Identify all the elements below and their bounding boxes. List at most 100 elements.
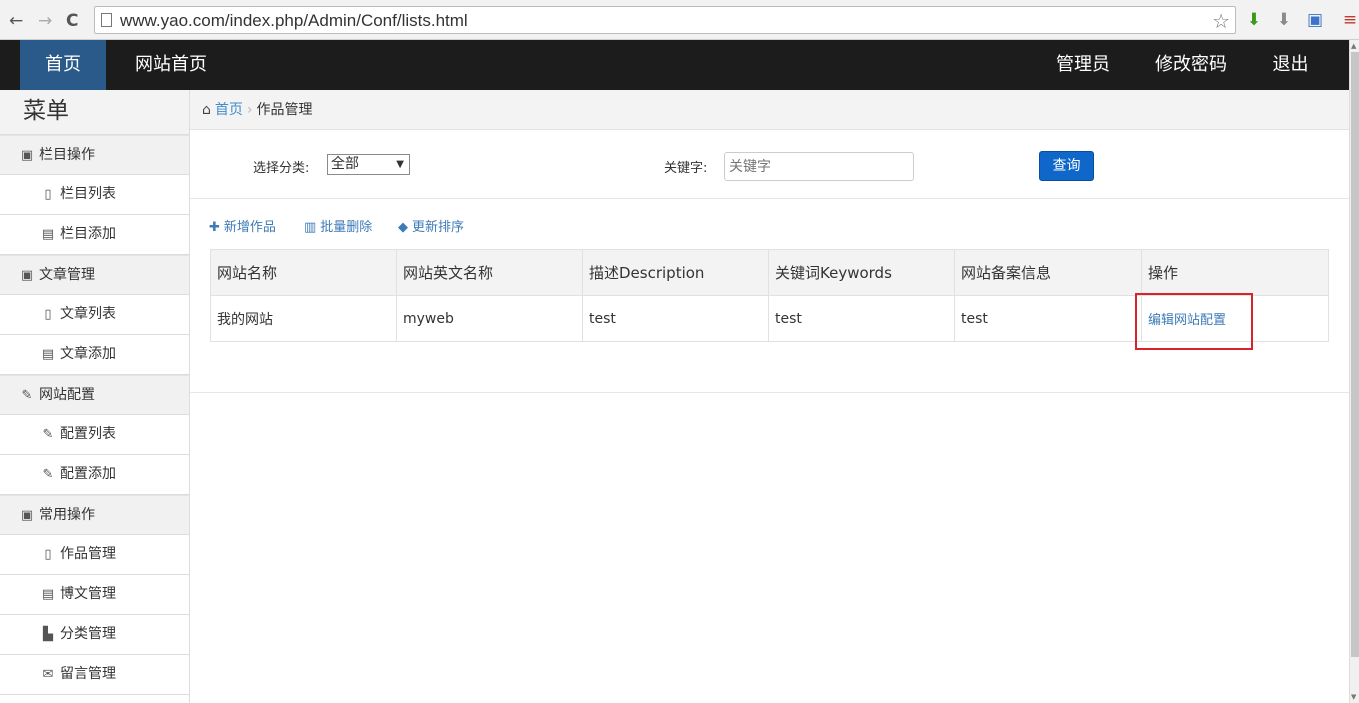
keyword-label: 关键字:	[664, 161, 708, 176]
nav-logout[interactable]: 退出	[1258, 40, 1323, 90]
back-arrow-icon[interactable]: ←	[9, 11, 23, 31]
book-icon: ▣	[20, 148, 34, 163]
cell-site-name: 我的网站	[210, 295, 397, 342]
sidebar-group-articles[interactable]: ▣ 文章管理	[0, 255, 189, 295]
road-icon: ▙	[43, 627, 53, 642]
sidebar-item-label: 配置列表	[60, 426, 116, 442]
sidebar-group-site-config[interactable]: ✎ 网站配置	[0, 375, 189, 415]
scroll-down-icon[interactable]: ▼	[1351, 693, 1356, 701]
update-sort-label: 更新排序	[412, 220, 465, 235]
cell-keywords: test	[768, 295, 955, 342]
table-header-row: 网站名称 网站英文名称 描述Description 关键词Keywords 网站…	[210, 249, 1329, 296]
forward-arrow-icon[interactable]: →	[38, 11, 52, 31]
trash-icon: ▥	[304, 220, 317, 235]
nav-site-home[interactable]: 网站首页	[121, 40, 221, 90]
breadcrumb-current: 作品管理	[256, 102, 313, 118]
category-select[interactable]: 全部 ▼	[327, 154, 410, 175]
sidebar-title: 菜单	[0, 90, 189, 135]
list-icon: ▤	[41, 347, 55, 362]
top-navbar: 首页 网站首页 管理员 修改密码 退出	[0, 40, 1349, 90]
sidebar: 菜单 ▣ 栏目操作 ▯ 栏目列表 ▤ 栏目添加 ▣ 文章管理 ▯ 文章列表 ▤ 文章添加 ✎…	[0, 90, 190, 703]
nav-home[interactable]: 首页	[20, 40, 106, 90]
bookmark-star-icon[interactable]: ☆	[1212, 9, 1230, 33]
url-text[interactable]: www.yao.com/index.php/Admin/Conf/lists.h…	[120, 11, 468, 31]
file-icon: ▯	[44, 547, 52, 562]
breadcrumb-separator-icon: ›	[246, 102, 253, 118]
sidebar-item-works[interactable]: ▯ 作品管理	[0, 535, 189, 575]
home-icon: ⌂	[202, 102, 211, 118]
cell-icp: test	[954, 295, 1142, 342]
category-select-value: 全部	[331, 156, 359, 172]
book-icon: ▣	[20, 508, 34, 523]
sidebar-group-label: 常用操作	[39, 507, 95, 523]
browser-toolbar: ← → C www.yao.com/index.php/Admin/Conf/l…	[0, 0, 1359, 40]
divider	[190, 392, 1349, 393]
sidebar-group-label: 网站配置	[39, 387, 95, 403]
scrollbar-thumb[interactable]	[1351, 52, 1359, 657]
plus-icon: ✚	[209, 220, 220, 235]
wrench-icon: ✎	[21, 388, 33, 403]
filter-bar: 选择分类: 全部 ▼ 关键字: 查询	[190, 130, 1349, 199]
sidebar-item-config-add[interactable]: ✎ 配置添加	[0, 455, 189, 495]
address-bar[interactable]: www.yao.com/index.php/Admin/Conf/lists.h…	[94, 6, 1236, 34]
wrench-icon: ✎	[42, 427, 54, 442]
book-icon: ▣	[20, 268, 34, 283]
page-scrollbar[interactable]: ▲ ▼	[1349, 40, 1359, 703]
breadcrumb: ⌂ 首页 › 作品管理	[190, 90, 1349, 130]
sidebar-group-label: 文章管理	[39, 267, 95, 283]
sidebar-item-label: 博文管理	[60, 586, 116, 602]
sidebar-item-label: 文章添加	[60, 346, 116, 362]
sidebar-group-common[interactable]: ▣ 常用操作	[0, 495, 189, 535]
keyword-input[interactable]	[724, 152, 914, 181]
breadcrumb-home[interactable]: 首页	[215, 102, 243, 118]
translate-extension-icon[interactable]: ▣	[1305, 9, 1325, 31]
file-icon: ▯	[44, 307, 52, 322]
list-icon: ▤	[41, 587, 55, 602]
sidebar-item-blog[interactable]: ▤ 博文管理	[0, 575, 189, 615]
reload-icon[interactable]: C	[66, 11, 78, 31]
sidebar-item-category[interactable]: ▙ 分类管理	[0, 615, 189, 655]
list-icon: ▤	[41, 227, 55, 242]
file-icon: ▯	[44, 187, 52, 202]
sidebar-item-label: 作品管理	[60, 546, 116, 562]
column-header: 描述Description	[582, 249, 769, 296]
menu-icon[interactable]: ≡	[1340, 9, 1359, 31]
column-header: 网站名称	[210, 249, 397, 296]
dropdown-caret-icon: ▼	[396, 159, 404, 170]
category-label: 选择分类:	[253, 161, 310, 176]
highlight-annotation-box	[1135, 293, 1253, 350]
nav-change-password[interactable]: 修改密码	[1143, 40, 1239, 90]
sidebar-group-column-ops[interactable]: ▣ 栏目操作	[0, 135, 189, 175]
sidebar-item-column-list[interactable]: ▯ 栏目列表	[0, 175, 189, 215]
column-header: 关键词Keywords	[768, 249, 955, 296]
download-extension-icon[interactable]: ⬇	[1244, 9, 1264, 31]
cell-description: test	[582, 295, 769, 342]
sidebar-item-label: 留言管理	[60, 666, 116, 682]
sidebar-item-article-add[interactable]: ▤ 文章添加	[0, 335, 189, 375]
sidebar-item-config-list[interactable]: ✎ 配置列表	[0, 415, 189, 455]
envelope-icon: ✉	[42, 667, 54, 682]
sidebar-item-column-add[interactable]: ▤ 栏目添加	[0, 215, 189, 255]
download-arrow-icon[interactable]: ⬇	[1274, 9, 1294, 31]
nav-admin[interactable]: 管理员	[1043, 40, 1123, 90]
column-header: 网站备案信息	[954, 249, 1142, 296]
add-work-button[interactable]: ✚ 新增作品	[209, 216, 276, 235]
page-icon	[101, 13, 112, 27]
batch-delete-button[interactable]: ▥ 批量删除	[304, 216, 372, 235]
column-header: 网站英文名称	[396, 249, 583, 296]
query-button[interactable]: 查询	[1039, 151, 1094, 181]
column-header: 操作	[1141, 249, 1329, 296]
sidebar-group-label: 栏目操作	[39, 147, 95, 163]
sidebar-item-label: 栏目列表	[60, 186, 116, 202]
sidebar-item-label: 分类管理	[60, 626, 116, 642]
sidebar-item-article-list[interactable]: ▯ 文章列表	[0, 295, 189, 335]
update-sort-button[interactable]: ◆ 更新排序	[398, 216, 464, 235]
scroll-up-icon[interactable]: ▲	[1351, 42, 1356, 50]
add-work-label: 新增作品	[223, 220, 276, 235]
wrench-icon: ✎	[42, 467, 54, 482]
batch-delete-label: 批量删除	[320, 220, 373, 235]
main-content: ⌂首页›作品管理 选择分类: 全部 ▼ 关键字: 查询 ✚新增作品 ▥批量删除 …	[190, 90, 1349, 703]
cell-site-en-name: myweb	[396, 295, 583, 342]
sidebar-item-messages[interactable]: ✉ 留言管理	[0, 655, 189, 695]
sidebar-item-label: 配置添加	[60, 466, 116, 482]
